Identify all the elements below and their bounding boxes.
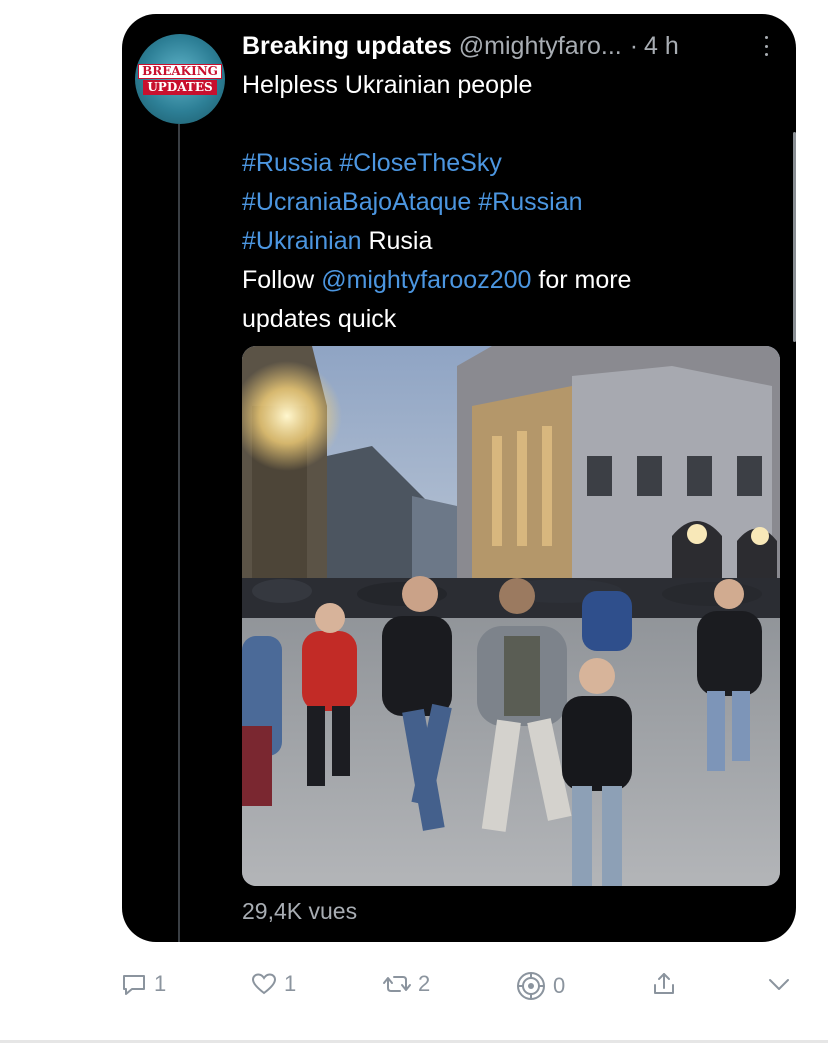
chevron-down-icon <box>769 979 789 990</box>
more-icon[interactable] <box>762 34 770 58</box>
reply-count: 1 <box>154 971 167 996</box>
tweet-line: updates quick <box>242 305 397 333</box>
mention-link[interactable]: @mightyfarooz200 <box>321 266 531 294</box>
scrollbar[interactable] <box>793 132 796 342</box>
reply-icon <box>123 975 145 995</box>
user-handle[interactable]: @mightyfaro... <box>459 32 622 61</box>
tweet-word: Rusia <box>368 227 433 255</box>
tweet-word: for more <box>538 266 632 294</box>
tweet-video[interactable] <box>242 346 780 886</box>
analytics-count: 0 <box>553 973 566 998</box>
tweet-line: #Ukrainian Rusia <box>242 222 762 261</box>
share-button[interactable] <box>650 970 678 998</box>
tweet-text: Helpless Ukrainian people #Russia #Close… <box>242 66 762 339</box>
hashtag-link[interactable]: #CloseTheSky <box>339 149 502 177</box>
hashtag-link[interactable]: #Russian <box>478 188 582 216</box>
thread-line <box>178 124 180 942</box>
retweet-icon <box>383 976 411 992</box>
like-button[interactable]: 1 <box>250 970 296 998</box>
share-icon <box>654 973 674 994</box>
tweet-actions-bar: 1 1 2 0 <box>100 970 820 1016</box>
avatar-logo-text: UPDATES <box>143 79 217 95</box>
separator-dot: · <box>629 31 639 60</box>
timestamp[interactable]: 4 h <box>644 32 679 61</box>
like-count: 1 <box>284 971 297 996</box>
view-count: 29,4K vues <box>242 898 358 924</box>
reply-button[interactable]: 1 <box>120 970 166 998</box>
display-name[interactable]: Breaking updates <box>242 32 452 61</box>
retweet-button[interactable]: 2 <box>382 970 430 998</box>
analytics-icon <box>517 972 545 1000</box>
tweet-line: Follow @mightyfarooz200 for more <box>242 261 762 300</box>
hashtag-link[interactable]: #Ukrainian <box>242 227 362 255</box>
tweet-line: #Russia #CloseTheSky <box>242 144 762 183</box>
avatar-logo-text: BREAKING <box>138 63 222 79</box>
heart-icon <box>251 973 277 995</box>
tweet-line: #UcraniaBajoAtaque #Russian <box>242 183 762 222</box>
tweet-header: Breaking updates @mightyfaro... · 4 h <box>242 28 782 64</box>
retweet-count: 2 <box>418 971 431 996</box>
tweet-line: Helpless Ukrainian people <box>242 71 533 99</box>
expand-button[interactable] <box>765 970 793 998</box>
tweet-word: Follow <box>242 266 315 294</box>
avatar[interactable]: BREAKING UPDATES <box>135 34 225 124</box>
hashtag-link[interactable]: #UcraniaBajoAtaque <box>242 188 471 216</box>
hashtag-link[interactable]: #Russia <box>242 149 332 177</box>
analytics-button[interactable]: 0 <box>515 970 565 1002</box>
video-frame-image <box>242 346 780 886</box>
